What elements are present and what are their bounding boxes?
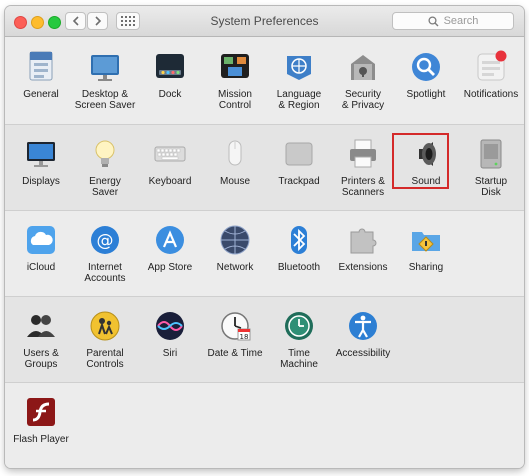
- pane-label-printers-scanners: Printers & Scanners: [341, 176, 385, 198]
- network-icon: [220, 225, 250, 255]
- users-groups-icon: [27, 315, 55, 337]
- pane-extensions[interactable]: Extensions: [331, 223, 395, 273]
- date-time-icon: 18: [221, 312, 251, 341]
- pane-label-flash-player: Flash Player: [13, 434, 69, 445]
- pane-sharing[interactable]: Sharing: [394, 223, 458, 273]
- keyboard-icon: [154, 146, 186, 162]
- pane-label-siri: Siri: [162, 348, 178, 359]
- pane-label-date-time: Date & Time: [207, 348, 263, 359]
- pane-label-icloud: iCloud: [26, 262, 56, 273]
- pane-users-groups[interactable]: Users & Groups: [9, 309, 73, 370]
- extensions-icon: [350, 228, 377, 254]
- time-machine-icon: [285, 312, 313, 340]
- search-field[interactable]: Search: [392, 12, 514, 30]
- pane-label-app-store: App Store: [147, 262, 193, 273]
- startup-disk-icon: [480, 139, 502, 169]
- pane-label-internet-accounts: Internet Accounts: [84, 262, 126, 284]
- icloud-icon: [27, 226, 55, 254]
- pane-language-region[interactable]: Language & Region: [267, 50, 331, 111]
- pane-label-network: Network: [216, 262, 254, 273]
- bluetooth-icon: [291, 226, 307, 254]
- pane-general[interactable]: General: [9, 50, 73, 100]
- app-store-icon: [156, 226, 184, 254]
- security-privacy-icon: [351, 55, 375, 80]
- search-icon: [428, 15, 439, 26]
- printers-scanners-icon: [350, 139, 376, 168]
- dock-icon: [156, 54, 184, 78]
- pane-label-spotlight: Spotlight: [406, 89, 446, 100]
- pane-mission-control[interactable]: Mission Control: [203, 50, 267, 111]
- pane-label-bluetooth: Bluetooth: [277, 262, 321, 273]
- pane-notifications[interactable]: Notifications: [459, 50, 523, 100]
- parental-controls-icon: [90, 311, 120, 341]
- sound-highlight-box: [392, 133, 449, 189]
- pane-label-parental-controls: Parental Controls: [86, 348, 124, 370]
- pane-parental-controls[interactable]: Parental Controls: [73, 309, 137, 370]
- pane-time-machine[interactable]: Time Machine: [267, 309, 331, 370]
- title-bar: System Preferences Search: [5, 6, 524, 37]
- pane-label-mouse: Mouse: [219, 176, 250, 187]
- pane-label-energy-saver: Energy Saver: [89, 176, 121, 198]
- pane-label-time-machine: Time Machine: [280, 348, 318, 370]
- pane-energy-saver[interactable]: Energy Saver: [73, 137, 137, 198]
- sharing-icon: [412, 232, 440, 252]
- pane-printers-scanners[interactable]: Printers & Scanners: [331, 137, 395, 198]
- accessibility-icon: [349, 312, 377, 340]
- preferences-row-5: [5, 382, 524, 468]
- pane-label-language-region: Language & Region: [276, 89, 322, 111]
- pane-label-mission-control: Mission Control: [218, 89, 252, 111]
- notifications-icon: [477, 50, 507, 81]
- mission-control-icon: [221, 54, 249, 78]
- pane-label-accessibility: Accessibility: [335, 348, 391, 359]
- spotlight-icon: [412, 53, 440, 81]
- pane-bluetooth[interactable]: Bluetooth: [267, 223, 331, 273]
- trackpad-icon: [285, 142, 313, 166]
- pane-keyboard[interactable]: Keyboard: [138, 137, 202, 187]
- pane-label-desktop-screen-saver: Desktop & Screen Saver: [74, 89, 136, 111]
- mouse-icon: [228, 140, 242, 166]
- pane-siri[interactable]: Siri: [138, 309, 202, 359]
- svg-text:@: @: [97, 231, 114, 251]
- pane-date-time[interactable]: 18 Date & Time: [203, 309, 267, 359]
- siri-icon: [156, 312, 184, 340]
- pane-label-security-privacy: Security & Privacy: [341, 89, 385, 111]
- pane-security-privacy[interactable]: Security & Privacy: [331, 50, 395, 111]
- pane-label-displays: Displays: [22, 176, 60, 187]
- desktop-screen-saver-icon: [91, 55, 119, 81]
- pane-accessibility[interactable]: Accessibility: [331, 309, 395, 359]
- language-region-icon: [287, 56, 311, 80]
- pane-dock[interactable]: Dock: [138, 50, 202, 100]
- pane-label-general: General: [23, 89, 59, 100]
- pane-label-dock: Dock: [158, 89, 182, 100]
- flash-player-icon: [27, 398, 55, 426]
- pane-internet-accounts[interactable]: @ Internet Accounts: [73, 223, 137, 284]
- pane-displays[interactable]: Displays: [9, 137, 73, 187]
- svg-text:18: 18: [240, 333, 249, 341]
- pane-label-users-groups: Users & Groups: [23, 348, 59, 370]
- pane-network[interactable]: Network: [203, 223, 267, 273]
- pane-startup-disk[interactable]: Startup Disk: [459, 137, 523, 198]
- displays-icon: [27, 142, 55, 167]
- system-preferences-window: System Preferences Search General Desktop…: [5, 6, 524, 468]
- internet-accounts-icon: @: [91, 226, 119, 254]
- pane-spotlight[interactable]: Spotlight: [394, 50, 458, 100]
- energy-saver-icon: [95, 140, 115, 167]
- pane-trackpad[interactable]: Trackpad: [267, 137, 331, 187]
- pane-label-notifications: Notifications: [463, 89, 519, 100]
- pane-label-sharing: Sharing: [408, 262, 444, 273]
- pane-app-store[interactable]: App Store: [138, 223, 202, 273]
- search-placeholder: Search: [443, 15, 479, 27]
- general-icon: [29, 51, 53, 81]
- pane-flash-player[interactable]: Flash Player: [9, 395, 73, 445]
- pane-label-startup-disk: Startup Disk: [474, 176, 508, 198]
- pane-label-keyboard: Keyboard: [148, 176, 192, 187]
- pane-label-trackpad: Trackpad: [278, 176, 320, 187]
- pane-mouse[interactable]: Mouse: [203, 137, 267, 187]
- pane-icloud[interactable]: iCloud: [9, 223, 73, 273]
- pane-desktop-screen-saver[interactable]: Desktop & Screen Saver: [73, 50, 137, 111]
- pane-label-extensions: Extensions: [338, 262, 388, 273]
